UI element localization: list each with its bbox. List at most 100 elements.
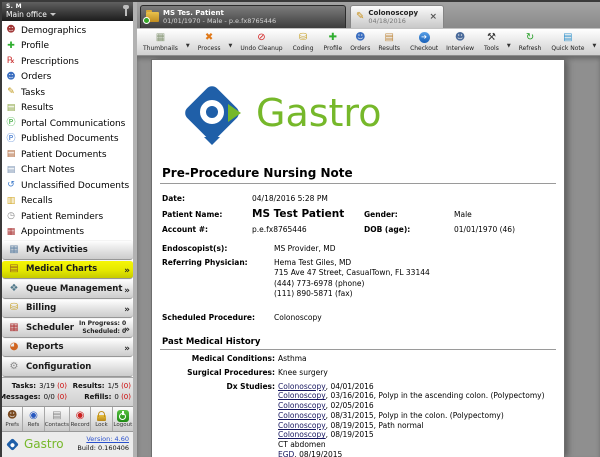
- dropdown-arrow-icon[interactable]: ▼: [225, 43, 235, 49]
- contacts-button[interactable]: ▤ Contacts: [45, 407, 70, 432]
- dropdown-arrow-icon[interactable]: ▼: [503, 43, 513, 49]
- dropdown-arrow-icon[interactable]: ▼: [182, 43, 192, 49]
- dx-study-link[interactable]: EGD: [278, 450, 294, 457]
- sidebar-item-recalls[interactable]: ▥ Recalls: [2, 194, 133, 210]
- sidebar-item-appointments[interactable]: ▦ Appointments: [2, 225, 133, 241]
- tools-icon: ⚒: [486, 31, 496, 43]
- module-sections: ▦ My Activities ▤ Medical Charts » ❖ Queue M…: [2, 240, 133, 377]
- nav-label: Portal Communications: [21, 118, 126, 129]
- logout-button[interactable]: Logout: [113, 407, 133, 431]
- interview-button[interactable]: ☻ Interview: [442, 30, 478, 54]
- tab-patient[interactable]: MS Tes. Patient 01/01/1970 - Male - p.e.…: [140, 5, 346, 28]
- checkout-button[interactable]: ➔ Checkout: [406, 30, 442, 54]
- dx-study-item: Colonoscopy, 02/05/2016: [278, 401, 374, 410]
- undo-cleanup-button[interactable]: ⊘ Undo Cleanup: [236, 30, 286, 54]
- profile-button[interactable]: ✚ Profile: [320, 30, 347, 54]
- process-button[interactable]: ✖ Process: [194, 30, 225, 54]
- patient-name-label: Patient Name:: [162, 209, 223, 219]
- status-counters: Tasks: 3/19 (0) Results: 1/5 (0) Messages:…: [2, 376, 133, 407]
- nav-label: Published Documents: [21, 134, 119, 145]
- brand-name: Gastro: [24, 437, 64, 452]
- patient-info: Date: 04/18/2016 5:28 PM Patient Name: M…: [160, 191, 556, 324]
- section-billing[interactable]: ⛁ Billing »: [2, 298, 133, 318]
- section-scheduler[interactable]: ▦ Scheduler In Progress: 0 Scheduled: 0»: [2, 318, 133, 338]
- refresh-button[interactable]: ↻ Refresh: [515, 30, 546, 54]
- sidebar-item-unclassified-documents[interactable]: ↺ Unclassified Documents: [2, 178, 133, 194]
- results-button[interactable]: ▤ Results: [374, 30, 404, 54]
- section-medical-charts[interactable]: ▤ Medical Charts »: [2, 259, 133, 279]
- section-reports[interactable]: ◕ Reports »: [2, 337, 133, 357]
- calendar-icon: ▦: [6, 226, 16, 237]
- folder-icon: ▤: [6, 149, 16, 160]
- dx-study-link[interactable]: Colonoscopy: [278, 411, 326, 420]
- dx-study-link[interactable]: Colonoscopy: [278, 382, 326, 391]
- dx-study-link[interactable]: Colonoscopy: [278, 430, 326, 439]
- app-window: S. M Main office ☻ Demographics ✚ Profile …: [0, 0, 600, 457]
- sidebar-item-profile[interactable]: ✚ Profile: [2, 39, 133, 55]
- dx-study-link[interactable]: Colonoscopy: [278, 401, 326, 410]
- sidebar-item-chart-notes[interactable]: ▤ Chart Notes: [2, 163, 133, 179]
- nav-label: Results: [21, 103, 54, 114]
- user-name: S. M: [6, 3, 22, 10]
- circle-p-icon: Ⓟ: [6, 118, 16, 129]
- section-label: Medical Charts: [26, 264, 98, 275]
- sidebar-item-portal-communications[interactable]: Ⓟ Portal Communications: [2, 116, 133, 132]
- section-configuration[interactable]: ⚙ Configuration: [2, 357, 133, 377]
- nav-label: Demographics: [21, 25, 87, 36]
- close-icon[interactable]: ×: [428, 12, 438, 22]
- section-my-activities[interactable]: ▦ My Activities: [2, 240, 133, 260]
- dx-study-item: EGD, 08/19/2015: [278, 449, 343, 457]
- nav-label: Tasks: [21, 87, 46, 98]
- results-count[interactable]: 1/5 (0): [108, 382, 131, 390]
- sidebar-item-orders[interactable]: ☻ Orders: [2, 70, 133, 86]
- sidebar-item-patient-reminders[interactable]: ◷ Patient Reminders: [2, 209, 133, 225]
- document-viewer[interactable]: Gastro Pre-Procedure Nursing Note Date: …: [137, 56, 600, 457]
- lock-button[interactable]: Lock: [91, 407, 113, 432]
- version-link[interactable]: Version: 4.60: [77, 435, 129, 444]
- plus-icon: ✚: [7, 40, 15, 51]
- page-title: Pre-Procedure Nursing Note: [162, 166, 353, 180]
- messages-count[interactable]: 0/0 (0): [44, 393, 67, 401]
- button-label: Interview: [446, 45, 475, 52]
- dx-study-item: CT abdomen: [278, 440, 326, 449]
- dx-study-link[interactable]: Colonoscopy: [278, 391, 326, 400]
- dx-studies-label: Dx Studies:: [226, 381, 276, 391]
- tools-button[interactable]: ⚒ Tools: [480, 30, 503, 54]
- button-label: Undo Cleanup: [240, 45, 283, 52]
- refs-button[interactable]: ◉ Refs: [23, 407, 45, 432]
- orders-button[interactable]: ☻ Orders: [346, 30, 374, 54]
- nav-label: Patient Documents: [21, 149, 107, 160]
- referring-physician-value: Hema Test Giles, MD 715 Ave 47 Street, C…: [274, 257, 430, 299]
- prefs-button[interactable]: ☻ Prefs: [2, 407, 24, 432]
- dx-study-link[interactable]: Colonoscopy: [278, 421, 326, 430]
- divider: [160, 183, 556, 184]
- sidebar-item-results[interactable]: ▤ Results: [2, 101, 133, 117]
- document-page: Gastro Pre-Procedure Nursing Note Date: …: [152, 60, 564, 457]
- section-queue-management[interactable]: ❖ Queue Management»: [2, 279, 133, 299]
- sidebar-item-prescriptions[interactable]: ℞ Prescriptions: [2, 54, 133, 70]
- tab-colonoscopy[interactable]: ✎ Colonoscopy 04/18/2016 ×: [350, 5, 444, 28]
- tasks-count[interactable]: 3/19 (0): [39, 382, 67, 390]
- power-icon: [116, 409, 129, 422]
- tab-subtitle: 01/01/1970 - Male - p.e.fx8765446: [163, 17, 277, 25]
- chart-nav: ☻ Demographics ✚ Profile ℞ Prescriptions ☻ O…: [2, 21, 133, 240]
- office-selector[interactable]: Main office: [6, 10, 129, 19]
- section-label: Reports: [26, 342, 64, 353]
- refills-count[interactable]: 0 (0): [114, 393, 131, 401]
- sidebar-item-tasks[interactable]: ✎ Tasks: [2, 85, 133, 101]
- dropdown-arrow-icon[interactable]: ▼: [588, 43, 598, 49]
- dx-study-item: Colonoscopy, 08/19/2015: [278, 430, 374, 440]
- in-progress-count: In Progress: 0: [78, 319, 127, 327]
- sidebar-item-patient-documents[interactable]: ▤ Patient Documents: [2, 147, 133, 163]
- button-label: Refs: [27, 422, 40, 429]
- quick-note-button[interactable]: ▤ Quick Note: [547, 30, 588, 54]
- pin-icon[interactable]: [123, 5, 129, 16]
- rx-icon: ℞: [6, 56, 16, 67]
- sidebar-item-demographics[interactable]: ☻ Demographics: [2, 23, 133, 39]
- sidebar-item-published-documents[interactable]: Ⓟ Published Documents: [2, 132, 133, 148]
- coding-button[interactable]: ⛁ Coding: [289, 30, 318, 54]
- thumbnails-button[interactable]: ▦ Thumbnails: [139, 30, 182, 54]
- coins-icon: ⛁: [298, 31, 308, 43]
- person-icon: ☻: [355, 31, 366, 43]
- record-button[interactable]: ◉ Record: [70, 407, 92, 432]
